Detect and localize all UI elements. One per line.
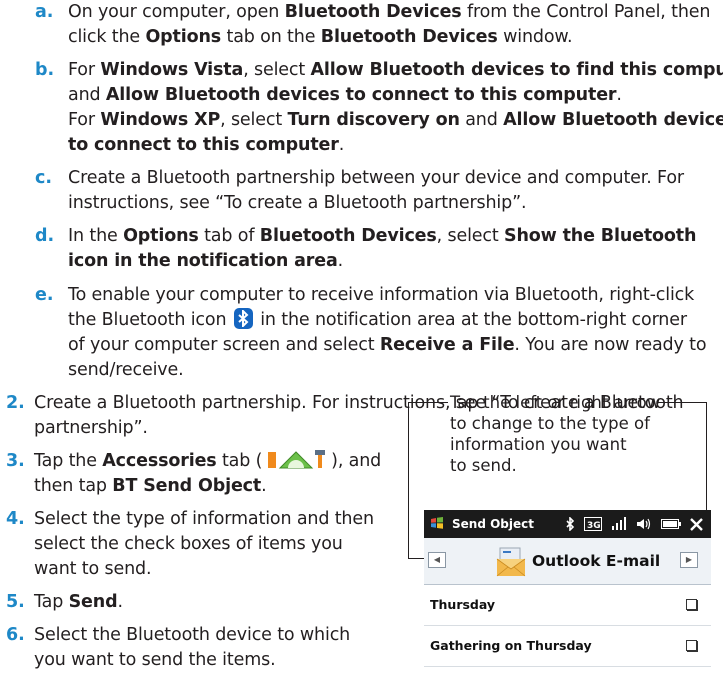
right-arrow-button[interactable]: ▶: [680, 552, 698, 568]
emphasis-text: Options: [145, 27, 222, 47]
item-checkbox[interactable]: [686, 640, 697, 651]
callout-leader-right-h: [658, 402, 707, 403]
windows-logo-icon: [431, 517, 443, 529]
substep-text: To enable your computer to receive infor…: [68, 283, 707, 383]
emphasis-text: Turn discovery on: [287, 110, 460, 130]
emphasis-text: Bluetooth Devices: [284, 2, 462, 22]
emphasis-text: BT Send Object: [112, 476, 262, 496]
bluetooth-icon: [233, 308, 253, 329]
step-number: 6.: [6, 625, 25, 645]
accessories-icon: [267, 449, 326, 469]
step-line: Tap Send.: [34, 592, 123, 612]
step-number: 4.: [6, 509, 25, 529]
substep-number: e.: [35, 285, 54, 305]
step-number: 2.: [6, 393, 25, 413]
step-line: select the check boxes of items you: [34, 534, 343, 554]
callout-line-2: to change to the type of: [450, 414, 650, 433]
list-item[interactable]: Gathering on Thursday: [424, 626, 711, 667]
callout-text: Tap the left or right arrow to change to…: [450, 392, 660, 476]
substep-number: d.: [35, 226, 55, 246]
step-text: Tap Send.: [34, 590, 123, 615]
emphasis-text: Show the Bluetooth: [504, 226, 697, 246]
substep-line: of your computer screen and select Recei…: [68, 335, 707, 355]
emphasis-text: Options: [123, 226, 199, 246]
emphasis-text: Allow Bluetooth devices: [503, 110, 723, 130]
substep-line: On your computer, open Bluetooth Devices…: [68, 2, 711, 22]
selector-label: Outlook E-mail: [532, 552, 661, 570]
email-envelope-icon: [496, 547, 526, 577]
substep-line: To enable your computer to receive infor…: [68, 285, 695, 305]
substep-line: click the Options tab on the Bluetooth D…: [68, 27, 573, 47]
list-item-label: Thursday: [430, 597, 496, 612]
step-line: want to send.: [34, 559, 152, 579]
close-icon[interactable]: [690, 517, 703, 531]
substep-number: c.: [35, 168, 53, 188]
phone-title: Send Object: [452, 517, 534, 531]
emphasis-text: Allow Bluetooth devices to find this com…: [310, 60, 723, 80]
volume-icon[interactable]: [636, 517, 652, 531]
emphasis-text: Send: [68, 592, 118, 612]
list-item-label: Gathering on Thursday: [430, 638, 592, 653]
substep-number: a.: [35, 2, 54, 22]
item-checkbox[interactable]: [686, 599, 697, 610]
step-text: Select the Bluetooth device to which you …: [34, 623, 350, 673]
emphasis-text: Bluetooth Devices: [320, 27, 498, 47]
step-line: Select the type of information and then: [34, 509, 374, 529]
emphasis-text: Accessories: [102, 451, 217, 471]
emphasis-text: Windows XP: [100, 110, 221, 130]
substep-line: instructions, see “To create a Bluetooth…: [68, 193, 527, 213]
callout-line-1: Tap the left or right arrow: [450, 393, 661, 412]
signal-3g-icon: 3G: [584, 517, 602, 531]
step-line: you want to send the items.: [34, 650, 276, 670]
substep-line: icon in the notification area.: [68, 251, 344, 271]
bluetooth-icon: [566, 517, 575, 531]
step-line: then tap BT Send Object.: [34, 476, 267, 496]
substep-line: In the Options tab of Bluetooth Devices,…: [68, 226, 697, 246]
substep-line: and Allow Bluetooth devices to connect t…: [68, 85, 622, 105]
substep-text: For Windows Vista, select Allow Bluetoot…: [68, 58, 723, 158]
substep-line: to connect to this computer.: [68, 135, 345, 155]
type-selector: ◀ Outlook E-mail ▶: [424, 538, 711, 585]
step-text: Tap the Accessories tab ( ), and then tap…: [34, 449, 381, 499]
list-item[interactable]: Thursday: [424, 585, 711, 626]
emphasis-text: Bluetooth Devices: [259, 226, 437, 246]
phone-screenshot: Send Object 3G ◀ Outlook E-mail ▶ Thursd…: [424, 510, 711, 674]
step-line: Tap the Accessories tab ( ), and: [34, 449, 382, 471]
phone-title-bar: Send Object 3G: [424, 510, 711, 538]
callout-leader-left-v: [408, 402, 409, 559]
step-line: Select the Bluetooth device to which: [34, 625, 351, 645]
emphasis-text: icon in the notification area: [68, 251, 338, 271]
left-arrow-button[interactable]: ◀: [428, 552, 446, 568]
battery-icon: [661, 519, 681, 529]
callout-line-3: information you want: [450, 435, 627, 454]
callout-line-4: to send.: [450, 456, 517, 475]
substep-line: Create a Bluetooth partnership between y…: [68, 168, 684, 188]
emphasis-text: Receive a File: [379, 335, 515, 355]
substep-text: Create a Bluetooth partnership between y…: [68, 166, 684, 216]
step-number: 3.: [6, 451, 25, 471]
svg-text:3G: 3G: [587, 521, 601, 531]
step-text: Select the type of information and then s…: [34, 507, 374, 582]
callout-leader-left-h: [408, 402, 448, 403]
emphasis-text: Windows Vista: [100, 60, 244, 80]
substep-number: b.: [35, 60, 55, 80]
substep-text: In the Options tab of Bluetooth Devices,…: [68, 224, 696, 274]
emphasis-text: to connect to this computer: [68, 135, 339, 155]
substep-line: For Windows Vista, select Allow Bluetoot…: [68, 58, 723, 83]
step-number: 5.: [6, 592, 25, 612]
substep-line: For Windows XP, select Turn discovery on…: [68, 108, 723, 133]
substep-text: On your computer, open Bluetooth Devices…: [68, 0, 710, 50]
substep-line: send/receive.: [68, 360, 184, 380]
phone-status-icons: 3G: [566, 514, 703, 534]
signal-strength-icon: [612, 517, 626, 530]
emphasis-text: Allow Bluetooth devices to connect to th…: [105, 85, 617, 105]
substep-line: the Bluetooth icon in the notification a…: [68, 308, 687, 330]
